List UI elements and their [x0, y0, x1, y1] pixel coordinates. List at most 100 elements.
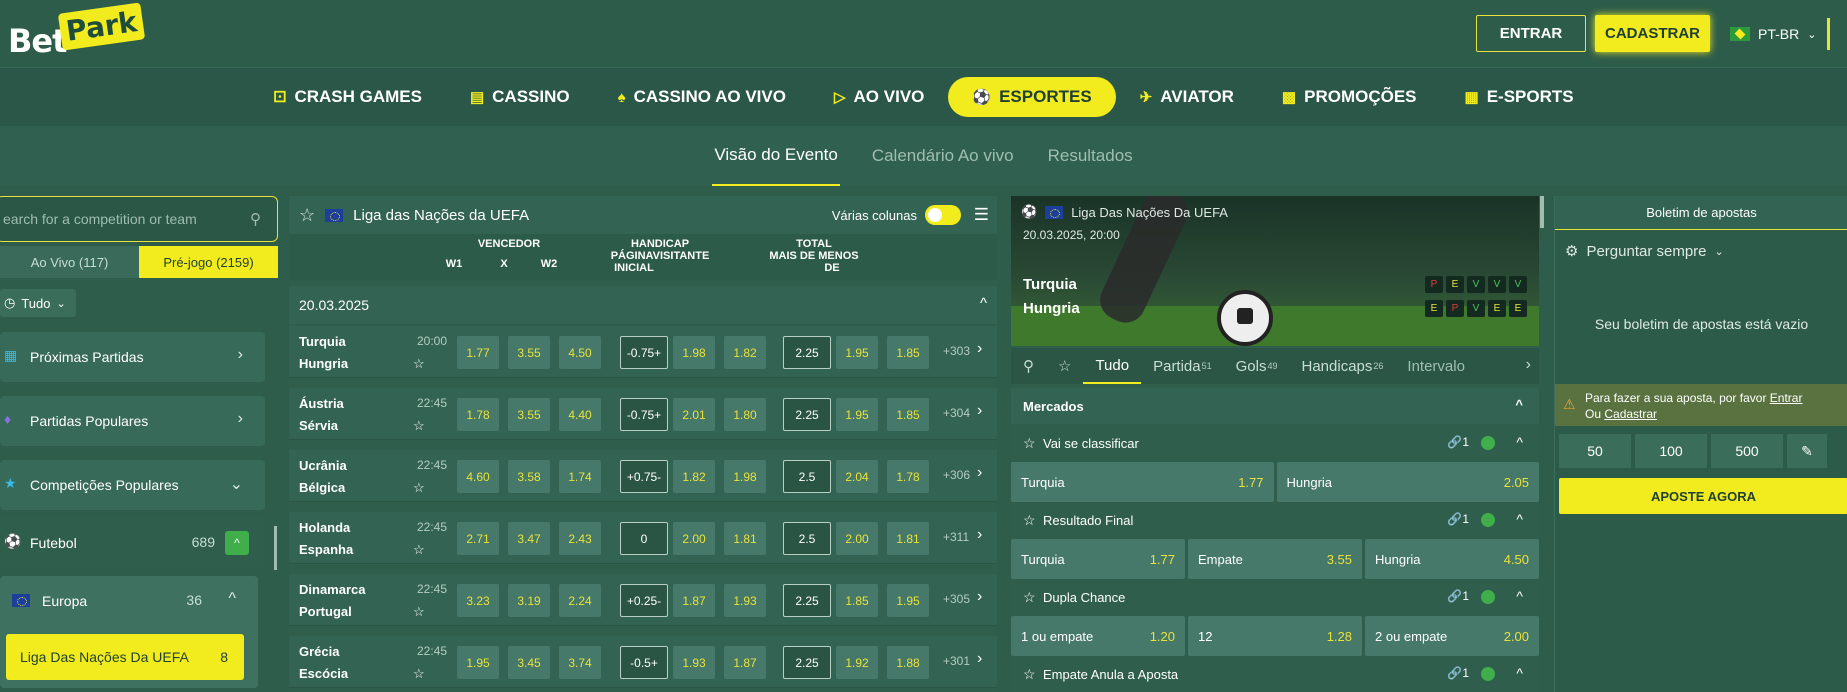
star-icon[interactable]: ☆: [413, 418, 425, 434]
odd-over[interactable]: 1.85: [836, 584, 878, 617]
chevron-right-icon[interactable]: ›: [977, 464, 982, 482]
more-markets-count[interactable]: +305: [943, 592, 970, 606]
nav-aviator[interactable]: ✈ AVIATOR: [1116, 77, 1258, 117]
more-markets-count[interactable]: +301: [943, 654, 970, 668]
odd-w1[interactable]: 3.23: [457, 584, 499, 617]
more-markets-count[interactable]: +304: [943, 406, 970, 420]
odd-handicap-away[interactable]: 1.82: [724, 336, 766, 369]
search-icon[interactable]: ⚲: [1011, 348, 1046, 384]
match-row[interactable]: Turquia Hungria 20:00 ☆ 1.77 3.55 4.50 -…: [289, 326, 997, 378]
sidebar-item-competicoes-populares[interactable]: ★ Competições Populares ⌄: [0, 460, 265, 510]
sidebar-item-partidas-populares[interactable]: ♦ Partidas Populares ›: [0, 396, 265, 446]
tab-intervalo[interactable]: Intervalo: [1395, 348, 1477, 384]
scrollbar[interactable]: [274, 526, 277, 570]
list-icon[interactable]: ☰: [974, 205, 989, 225]
odd-w1[interactable]: 1.78: [457, 398, 499, 431]
market-header[interactable]: ☆ Vai se classificar 🔗1 ^: [1011, 426, 1539, 460]
odd-handicap-away[interactable]: 1.87: [724, 646, 766, 679]
odd-w2[interactable]: 3.74: [559, 646, 601, 679]
star-icon[interactable]: ☆: [413, 480, 425, 496]
outcome-button[interactable]: Turquia 1.77: [1011, 539, 1185, 579]
filter-dropdown[interactable]: ◷ Tudo ⌄: [0, 289, 76, 317]
betpark-logo[interactable]: Bet Park: [8, 2, 146, 64]
odd-over[interactable]: 1.92: [836, 646, 878, 679]
register-link[interactable]: Cadastrar: [1604, 407, 1657, 421]
tab-visao-do-evento[interactable]: Visão do Evento: [712, 126, 840, 186]
outcome-button[interactable]: 12 1.28: [1188, 616, 1362, 656]
odd-under[interactable]: 1.85: [887, 336, 929, 369]
outcome-button[interactable]: 2 ou empate 2.00: [1365, 616, 1539, 656]
language-selector[interactable]: PT-BR ⌄: [1730, 20, 1816, 48]
odd-handicap-home[interactable]: 1.82: [673, 460, 715, 493]
odd-w2[interactable]: 4.40: [559, 398, 601, 431]
odd-w2[interactable]: 4.50: [559, 336, 601, 369]
odd-under[interactable]: 1.88: [887, 646, 929, 679]
odd-under[interactable]: 1.85: [887, 398, 929, 431]
match-row[interactable]: Dinamarca Portugal 22:45 ☆ 3.23 3.19 2.2…: [289, 574, 997, 626]
stake-button[interactable]: 100: [1635, 434, 1707, 468]
odd-w2[interactable]: 2.43: [559, 522, 601, 555]
nav-esportes[interactable]: ⚽ ESPORTES: [948, 77, 1116, 117]
nav-crash-games[interactable]: ⚀ CRASH GAMES: [249, 77, 446, 117]
odd-under[interactable]: 1.81: [887, 522, 929, 555]
odd-over[interactable]: 2.04: [836, 460, 878, 493]
star-icon[interactable]: ☆: [1023, 512, 1036, 529]
odd-x[interactable]: 3.55: [508, 398, 550, 431]
login-link[interactable]: Entrar: [1770, 391, 1803, 405]
tab-resultados[interactable]: Resultados: [1046, 126, 1135, 186]
chevron-right-icon[interactable]: ›: [977, 588, 982, 606]
nav-ao-vivo[interactable]: ▷ AO VIVO: [810, 77, 948, 117]
sidebar-item-europa[interactable]: Europa 36 ^: [0, 576, 258, 626]
multi-columns-toggle[interactable]: Várias colunas: [832, 205, 961, 225]
competition-search-input[interactable]: earch for a competition or team ⚲: [0, 196, 278, 242]
odd-handicap-home[interactable]: 1.98: [673, 336, 715, 369]
chevron-up-icon[interactable]: ^: [225, 531, 249, 555]
odd-handicap-home[interactable]: 1.87: [673, 584, 715, 617]
stake-button[interactable]: 50: [1559, 434, 1631, 468]
tab-ao-vivo[interactable]: Ao Vivo (117): [0, 246, 139, 278]
odd-handicap-away[interactable]: 1.80: [724, 398, 766, 431]
odd-under[interactable]: 1.78: [887, 460, 929, 493]
star-icon[interactable]: ☆: [413, 356, 425, 372]
chevron-right-icon[interactable]: ›: [977, 402, 982, 420]
odd-handicap-away[interactable]: 1.98: [724, 460, 766, 493]
odd-w2[interactable]: 1.74: [559, 460, 601, 493]
star-icon[interactable]: ☆: [1023, 666, 1036, 683]
odd-over[interactable]: 1.95: [836, 398, 878, 431]
odd-x[interactable]: 3.19: [508, 584, 550, 617]
place-bet-button[interactable]: APOSTE AGORA: [1559, 478, 1847, 514]
nav-cassino[interactable]: ▤ CASSINO: [446, 77, 594, 117]
nav-cassino-ao-vivo[interactable]: ♠ CASSINO AO VIVO: [594, 77, 810, 117]
nav-promocoes[interactable]: ▩ PROMOÇÕES: [1258, 77, 1441, 117]
match-row[interactable]: Ucrânia Bélgica 22:45 ☆ 4.60 3.58 1.74 +…: [289, 450, 997, 502]
tab-partida[interactable]: Partida 51: [1141, 348, 1224, 384]
chevron-right-icon[interactable]: ›: [977, 650, 982, 668]
match-row[interactable]: Áustria Sérvia 22:45 ☆ 1.78 3.55 4.40 -0…: [289, 388, 997, 440]
star-icon[interactable]: ☆: [1023, 589, 1036, 606]
sidebar-item-futebol[interactable]: ⚽ Futebol 689 ^: [0, 518, 265, 568]
chevron-right-icon[interactable]: ›: [977, 340, 982, 358]
star-icon[interactable]: ☆: [413, 542, 425, 558]
outcome-button[interactable]: Hungria 2.05: [1276, 462, 1539, 502]
tab-calendario-ao-vivo[interactable]: Calendário Ao vivo: [870, 126, 1016, 186]
odd-w1[interactable]: 2.71: [457, 522, 499, 555]
outcome-button[interactable]: 1 ou empate 1.20: [1011, 616, 1185, 656]
toggle-switch[interactable]: [925, 205, 961, 225]
tab-tudo[interactable]: Tudo: [1083, 348, 1142, 384]
market-header[interactable]: ☆ Dupla Chance 🔗1 ^: [1011, 580, 1539, 614]
more-markets-count[interactable]: +303: [943, 344, 970, 358]
more-markets-count[interactable]: +311: [943, 530, 969, 544]
outcome-button[interactable]: Empate 3.55: [1188, 539, 1362, 579]
odd-under[interactable]: 1.95: [887, 584, 929, 617]
odds-change-dropdown[interactable]: ⚙ Perguntar sempre ⌄: [1565, 242, 1724, 261]
more-markets-count[interactable]: +306: [943, 468, 970, 482]
outcome-button[interactable]: Turquia 1.77: [1011, 462, 1274, 502]
odd-handicap-away[interactable]: 1.81: [724, 522, 766, 555]
market-header[interactable]: ☆ Empate Anula a Aposta 🔗1 ^: [1011, 657, 1539, 691]
tab-handicaps[interactable]: Handicaps 26: [1290, 348, 1396, 384]
odd-handicap-home[interactable]: 2.01: [673, 398, 715, 431]
odd-w2[interactable]: 2.24: [559, 584, 601, 617]
odd-x[interactable]: 3.55: [508, 336, 550, 369]
star-icon[interactable]: ☆: [413, 666, 425, 682]
odd-x[interactable]: 3.58: [508, 460, 550, 493]
